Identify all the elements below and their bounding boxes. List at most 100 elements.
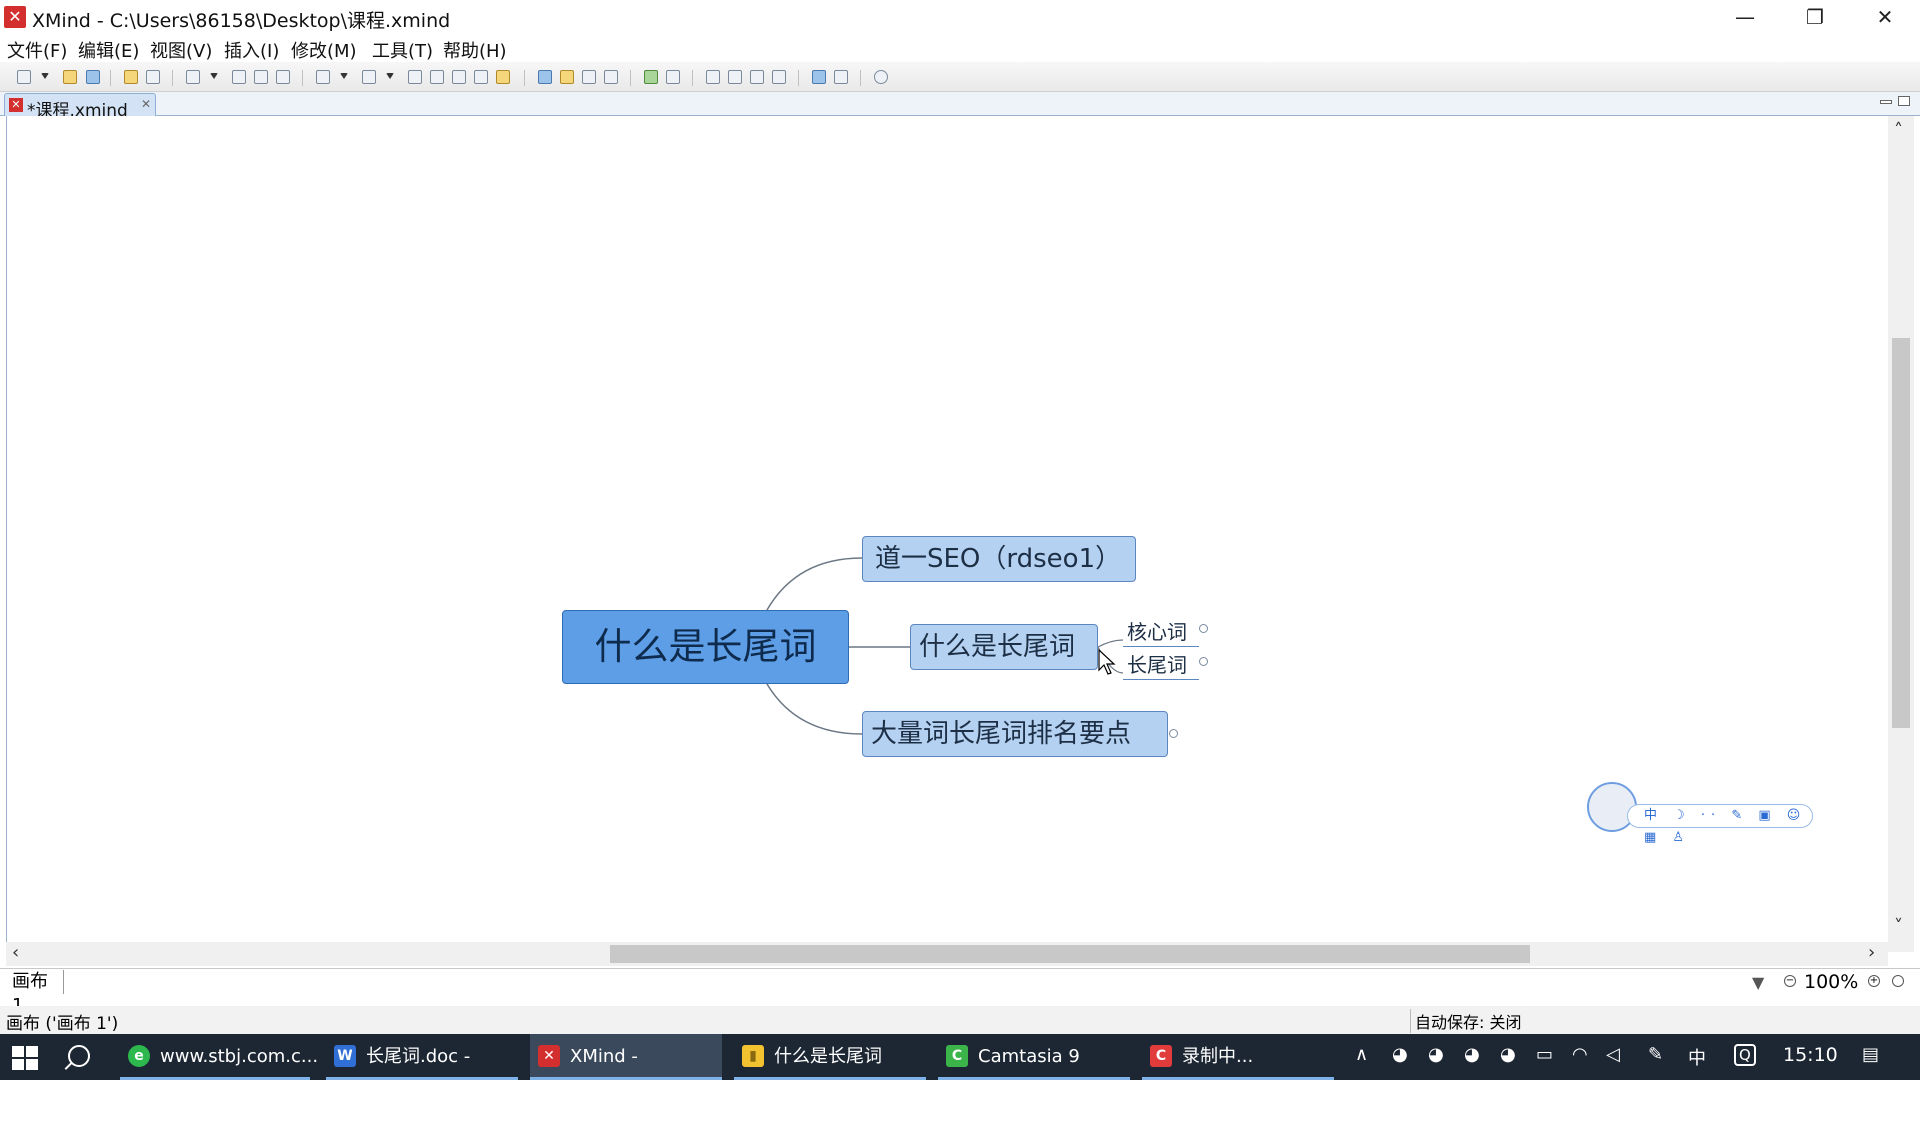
- hyperlink-icon[interactable]: [408, 70, 422, 84]
- export-icon[interactable]: [834, 70, 848, 84]
- subtopic-icon[interactable]: [232, 70, 246, 84]
- taskbar-clock[interactable]: 15:10: [1783, 1044, 1838, 1066]
- image-dropdown-icon[interactable]: [386, 73, 394, 81]
- topic-dropdown-icon[interactable]: [210, 73, 218, 81]
- zoom-in-icon[interactable]: +: [1868, 975, 1880, 987]
- expand-icon[interactable]: [1199, 657, 1208, 666]
- boundary-icon[interactable]: [430, 70, 444, 84]
- qq-penguin-icon[interactable]: ◕: [1392, 1044, 1408, 1065]
- pen-icon[interactable]: ✎: [1648, 1044, 1663, 1065]
- structure-icon[interactable]: [582, 70, 596, 84]
- xmind-logo-icon: ✕: [4, 6, 26, 28]
- taskbar-item-wps[interactable]: W 长尾词.doc - WP...: [326, 1034, 518, 1113]
- ime-floating-toolbar[interactable]: 中 ☽ ·· ✎ ▣ ☺ ▦ ♙: [1587, 782, 1813, 845]
- menu-insert[interactable]: 插入(I): [224, 37, 279, 63]
- zoom-fit-icon[interactable]: [728, 70, 742, 84]
- menu-help[interactable]: 帮助(H): [443, 37, 507, 63]
- qq-penguin-icon[interactable]: ◕: [1500, 1044, 1516, 1065]
- restore-button[interactable]: ❐: [1780, 0, 1850, 34]
- menu-file[interactable]: 文件(F): [7, 37, 67, 63]
- horizontal-scroll-thumb[interactable]: [610, 945, 1530, 963]
- file-tab[interactable]: ✕ *课程.xmind ✕: [4, 93, 156, 121]
- present-dropdown-icon[interactable]: [340, 73, 348, 81]
- ime-toolbar-bar[interactable]: 中 ☽ ·· ✎ ▣ ☺ ▦ ♙: [1627, 804, 1813, 845]
- battery-icon[interactable]: ▭: [1536, 1044, 1553, 1065]
- zoom-icon[interactable]: [772, 70, 786, 84]
- sheet-tab[interactable]: 画布 1: [6, 970, 64, 1016]
- main-topic[interactable]: 道一SEO（rdseo1）: [862, 536, 1136, 582]
- taskbar-item-xmind[interactable]: ✕ XMind - C:\User...: [530, 1034, 722, 1113]
- menu-tools[interactable]: 工具(T): [372, 37, 433, 63]
- taskbar-item-label: Camtasia 9: [978, 1046, 1080, 1067]
- taskbar-item-label: 录制中...: [1182, 1046, 1254, 1067]
- wifi-icon[interactable]: ◠: [1572, 1044, 1588, 1065]
- taskbar-item-folder[interactable]: ▮ 什么是长尾词: [734, 1034, 926, 1080]
- new-file-icon[interactable]: [17, 70, 31, 84]
- panel-maximize-icon[interactable]: [1898, 96, 1910, 106]
- main-topic[interactable]: 大量词长尾词排名要点: [862, 711, 1168, 757]
- zoom-out-icon[interactable]: −: [1784, 975, 1796, 987]
- qq-penguin-icon[interactable]: ◕: [1464, 1044, 1480, 1065]
- scroll-up-icon[interactable]: ˄: [1894, 120, 1903, 141]
- outline-icon[interactable]: [538, 70, 552, 84]
- menu-modify[interactable]: 修改(M): [291, 37, 357, 63]
- zoom-options-icon[interactable]: [1892, 975, 1904, 987]
- undo-icon[interactable]: [124, 70, 138, 84]
- minimize-button[interactable]: —: [1710, 0, 1780, 34]
- notification-icon[interactable]: ▤: [1862, 1044, 1879, 1065]
- align-icon[interactable]: [254, 70, 268, 84]
- status-bar: 画布 ('画布 1') 自动保存: 关闭: [0, 1006, 1920, 1034]
- close-button[interactable]: ✕: [1850, 0, 1920, 34]
- overview-icon[interactable]: [706, 70, 720, 84]
- expand-icon[interactable]: [1169, 729, 1178, 738]
- central-topic[interactable]: 什么是长尾词: [562, 610, 849, 684]
- clock-icon[interactable]: [750, 70, 764, 84]
- menu-view[interactable]: 视图(V): [150, 37, 212, 63]
- taskbar-item-camtasia[interactable]: C Camtasia 9: [938, 1034, 1130, 1080]
- drill-down-icon[interactable]: [644, 70, 658, 84]
- panel-minimize-icon[interactable]: [1880, 100, 1892, 104]
- new-dropdown-icon[interactable]: [41, 73, 49, 81]
- horizontal-scrollbar[interactable]: ‹ ›: [6, 942, 1888, 966]
- windows-start-icon[interactable]: [12, 1046, 38, 1070]
- tab-close-icon[interactable]: ✕: [141, 97, 151, 111]
- style-icon[interactable]: [604, 70, 618, 84]
- presentation-icon[interactable]: [316, 70, 330, 84]
- label-icon[interactable]: [496, 70, 510, 84]
- sub-topic[interactable]: 长尾词: [1123, 649, 1199, 680]
- expand-icon[interactable]: [1199, 624, 1208, 633]
- search-icon[interactable]: [68, 1045, 90, 1067]
- share-icon[interactable]: [812, 70, 826, 84]
- tray-chevron-icon[interactable]: ∧: [1355, 1044, 1368, 1065]
- filter-icon[interactable]: ▼: [1752, 973, 1764, 992]
- status-autosave[interactable]: 自动保存: 关闭: [1410, 1009, 1521, 1033]
- topic-icon[interactable]: [186, 70, 200, 84]
- notes-icon[interactable]: [452, 70, 466, 84]
- main-topic[interactable]: 什么是长尾词: [910, 624, 1098, 670]
- gear-icon[interactable]: [874, 70, 888, 84]
- vertical-scroll-thumb[interactable]: [1892, 338, 1910, 728]
- recorder-icon: C: [1150, 1045, 1172, 1067]
- input-language[interactable]: 中: [1688, 1044, 1706, 1070]
- vertical-scrollbar[interactable]: ˄ ˅: [1888, 116, 1914, 952]
- idea-icon[interactable]: [560, 70, 574, 84]
- save-icon[interactable]: [86, 70, 100, 84]
- menu-edit[interactable]: 编辑(E): [78, 37, 139, 63]
- image-icon[interactable]: [362, 70, 376, 84]
- scroll-down-icon[interactable]: ˅: [1894, 916, 1903, 937]
- sub-topic[interactable]: 核心词: [1123, 616, 1199, 647]
- taskbar-item-recorder[interactable]: C 录制中...: [1142, 1034, 1334, 1080]
- zoom-level: 100%: [1804, 971, 1859, 993]
- qq-penguin-icon[interactable]: ◕: [1428, 1044, 1444, 1065]
- relationship-icon[interactable]: [276, 70, 290, 84]
- volume-icon[interactable]: ◁: [1606, 1044, 1620, 1065]
- open-folder-icon[interactable]: [63, 70, 77, 84]
- scroll-right-icon[interactable]: ›: [1868, 942, 1875, 963]
- drill-up-icon[interactable]: [666, 70, 680, 84]
- marker-icon[interactable]: [474, 70, 488, 84]
- mindmap-canvas[interactable]: 什么是长尾词 道一SEO（rdseo1） 什么是长尾词 大量词长尾词排名要点 核…: [6, 116, 1892, 954]
- taskbar-item-browser[interactable]: e www.stbj.com.c...: [120, 1034, 318, 1080]
- scroll-left-icon[interactable]: ‹: [12, 942, 19, 963]
- sogou-ime-icon[interactable]: Q: [1734, 1044, 1756, 1066]
- redo-icon[interactable]: [146, 70, 160, 84]
